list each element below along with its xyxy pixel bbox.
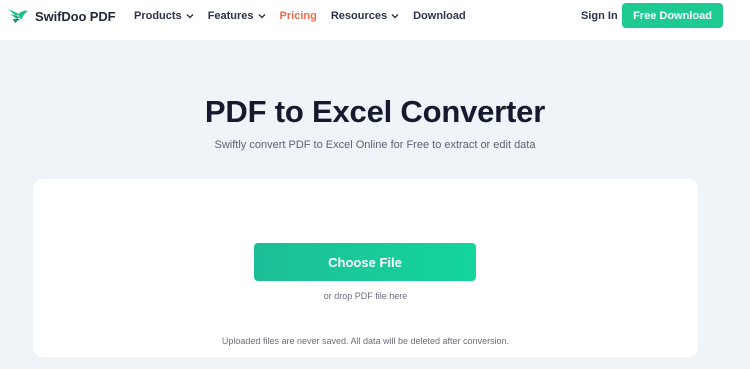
privacy-note: Uploaded files are never saved. All data… <box>221 336 510 346</box>
main-nav: Products Features Pricing Resources Down… <box>134 0 480 32</box>
nav-item-pricing[interactable]: Pricing <box>280 10 317 22</box>
drop-hint-text: or drop PDF file here <box>323 291 408 301</box>
chevron-down-icon <box>186 14 194 19</box>
brand-name: SwifDoo PDF <box>35 8 116 24</box>
choose-file-button[interactable]: Choose File <box>254 243 476 281</box>
nav-item-download[interactable]: Download <box>413 10 466 22</box>
nav-item-label: Products <box>134 10 182 22</box>
sign-in-link[interactable]: Sign In <box>581 10 618 22</box>
upload-dropzone[interactable]: Choose File or drop PDF file here Upload… <box>33 179 698 357</box>
nav-item-features[interactable]: Features <box>208 10 266 22</box>
nav-item-products[interactable]: Products <box>134 10 194 22</box>
brand-logo-link[interactable]: SwifDoo PDF <box>7 6 116 26</box>
top-navbar: SwifDoo PDF Products Features Pricing Re… <box>0 0 750 40</box>
nav-item-label: Download <box>413 10 466 22</box>
free-download-button[interactable]: Free Download <box>622 3 723 28</box>
page-subtitle: Swiftly convert PDF to Excel Online for … <box>214 139 536 151</box>
nav-item-label: Resources <box>330 10 388 22</box>
swifdoo-bird-logo-icon <box>7 6 29 26</box>
chevron-down-icon <box>391 14 399 19</box>
nav-item-label: Pricing <box>279 10 317 22</box>
chevron-down-icon <box>258 14 266 19</box>
page-title: PDF to Excel Converter <box>204 94 546 129</box>
nav-item-label: Features <box>207 10 254 22</box>
nav-item-resources[interactable]: Resources <box>331 10 399 22</box>
